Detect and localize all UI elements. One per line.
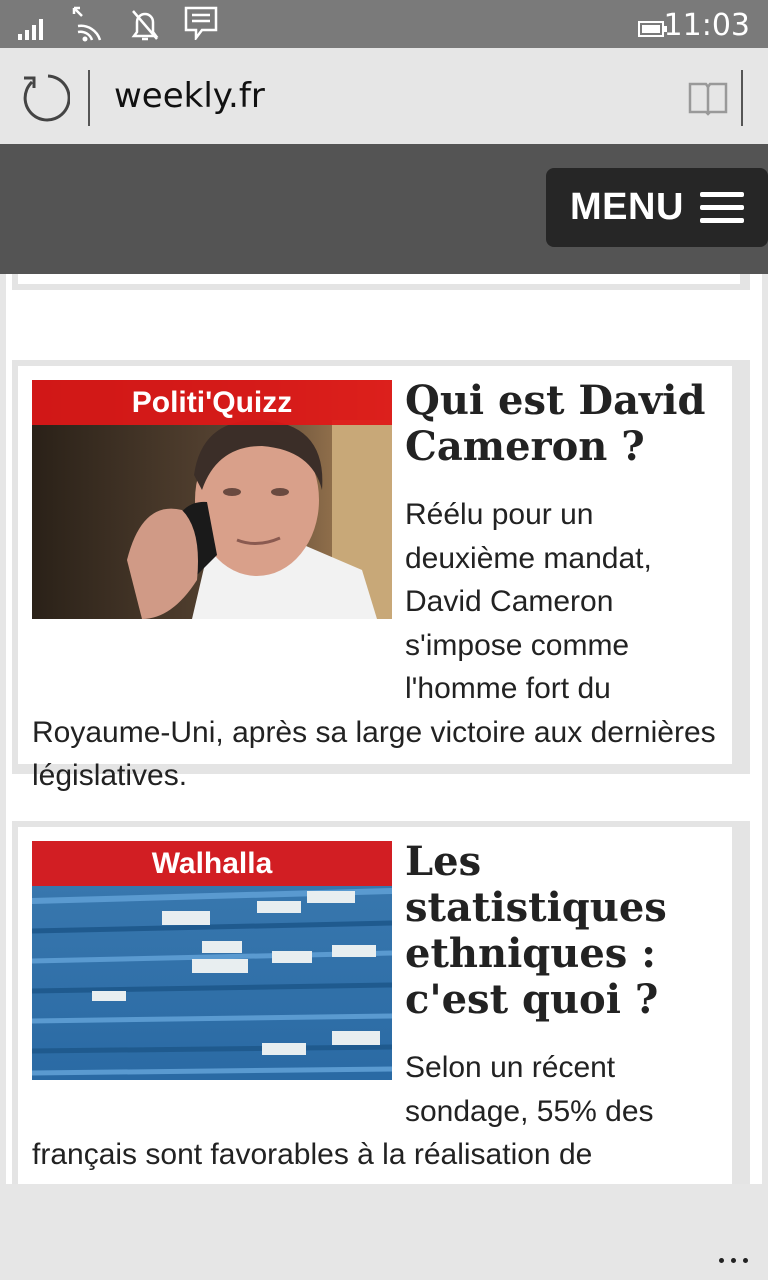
card-body: Politi'Quizz Qui est David Cameron ? Réé… [18,366,732,792]
message-icon [184,6,218,45]
card-body: Walhalla Les statistiques ethniques : c'… [18,827,732,1184]
site-header: MENU [0,144,768,274]
article-feed: Politi'Quizz Qui est David Cameron ? Réé… [0,274,768,1184]
app-bar [0,1184,768,1280]
article-excerpt: Selon un récent sondage, 55% des françai… [32,1051,669,1184]
signal-icon [18,14,48,45]
feed-column: Politi'Quizz Qui est David Cameron ? Réé… [6,274,762,1184]
notifications-off-icon [130,8,160,47]
divider [741,70,743,126]
divider [88,70,90,126]
article-title[interactable]: Les statistiques ethniques : c'est quoi … [405,839,725,1023]
article-card[interactable]: Walhalla Les statistiques ethniques : c'… [12,821,750,1184]
category-tag: Politi'Quizz [32,380,392,425]
hamburger-icon [700,192,744,224]
category-tag: Walhalla [32,841,392,886]
article-thumbnail[interactable]: Walhalla [32,841,392,1080]
status-bar: 11:03 [0,0,768,48]
article-card[interactable]: Politi'Quizz Qui est David Cameron ? Réé… [12,360,750,792]
address-bar: weekly.fr [0,48,768,144]
menu-button[interactable]: MENU [546,168,768,247]
wifi-icon [72,6,104,47]
url-field[interactable]: weekly.fr [114,76,265,116]
article-excerpt: Réélu pour un deuxième mandat, David Cam… [32,498,716,792]
card-body [18,274,740,284]
refresh-icon[interactable] [18,72,71,124]
clock: 11:03 [663,8,750,43]
reading-view-icon[interactable] [688,80,730,116]
menu-label: MENU [570,186,684,228]
article-title[interactable]: Qui est David Cameron ? [405,378,725,470]
previous-article-card[interactable] [12,274,750,290]
more-options-icon[interactable] [712,1250,748,1263]
